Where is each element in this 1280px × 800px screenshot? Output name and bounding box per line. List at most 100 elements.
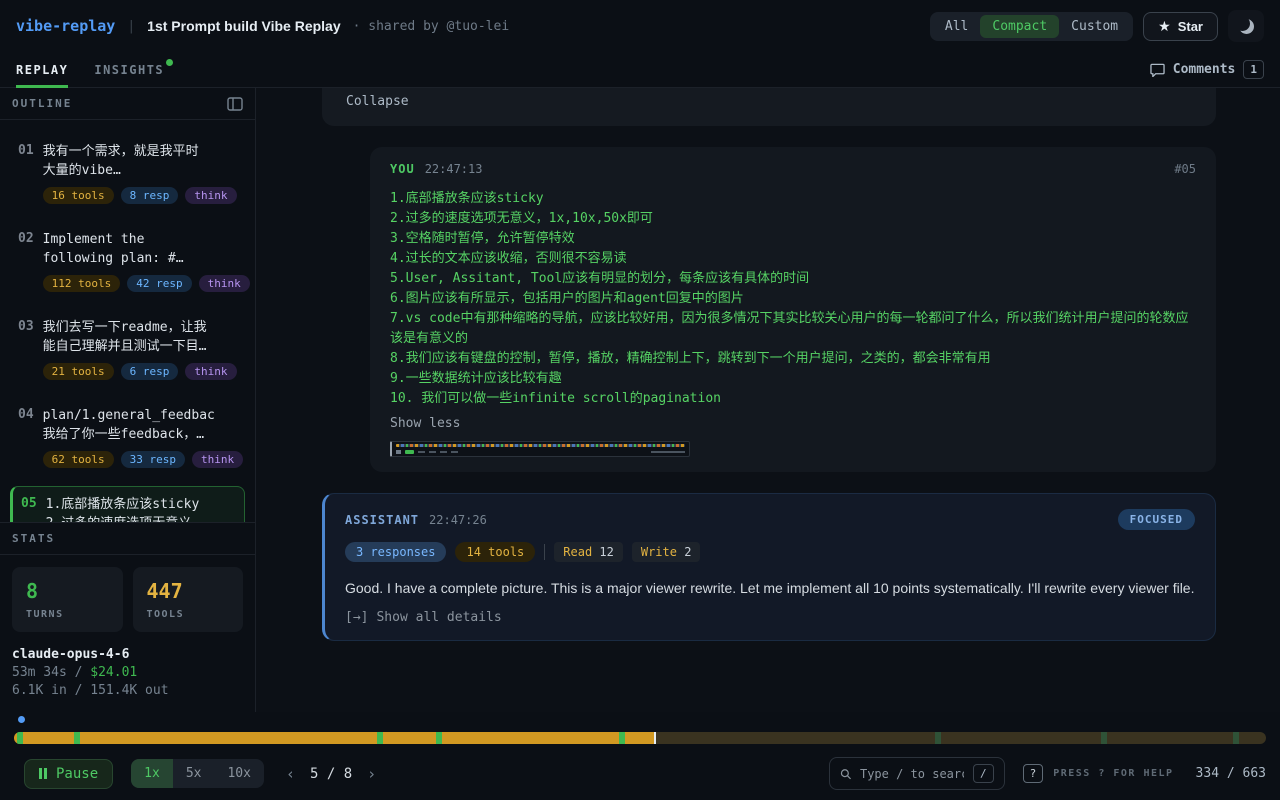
timeline-event-marker[interactable]: [436, 732, 442, 744]
tab-insights[interactable]: INSIGHTS: [94, 52, 173, 87]
responses-count-badge[interactable]: 3 responses: [345, 542, 446, 562]
tools-stat-card: 447 TOOLS: [133, 567, 244, 632]
tools-badge: 62 tools: [43, 451, 114, 468]
comments-label: Comments: [1173, 62, 1236, 77]
outline-item-title: 大量的vibe…: [43, 161, 237, 180]
duration-label: 53m 34s /: [12, 665, 90, 680]
thumbnail-timeline: [396, 444, 685, 447]
event-position-counter: 334 / 663: [1196, 766, 1266, 781]
assistant-message-time: 22:47:26: [429, 513, 487, 527]
outline-item-01[interactable]: 01 我有一个需求，就是我平时 大量的vibe… 16 tools 8 resp…: [10, 134, 245, 212]
focused-status-badge: FOCUSED: [1118, 509, 1195, 530]
outline-item-title: 我给了你一些feedback，…: [43, 425, 237, 444]
turns-label: TURNS: [26, 609, 109, 620]
cost-label: $24.01: [90, 665, 137, 680]
model-name: claude-opus-4-6: [12, 646, 243, 664]
app-logo[interactable]: vibe-replay: [16, 17, 115, 35]
star-button[interactable]: ★ Star: [1143, 12, 1218, 41]
assistant-message-card: ASSISTANT 22:47:26 FOCUSED 3 responses 1…: [322, 493, 1216, 641]
think-badge: think: [199, 275, 250, 292]
collapse-panel-icon[interactable]: [227, 97, 243, 111]
question-key-badge[interactable]: ?: [1023, 764, 1044, 783]
think-badge: think: [185, 187, 236, 204]
tools-badge: 16 tools: [43, 187, 114, 204]
speed-5x-button[interactable]: 5x: [173, 759, 215, 788]
user-message-line: 10. 我们可以做一些infinite scroll的pagination: [390, 389, 1196, 409]
collapse-turn-card[interactable]: Collapse: [322, 88, 1216, 126]
view-mode-custom[interactable]: Custom: [1059, 15, 1130, 38]
outline-item-number: 03: [18, 318, 34, 380]
tokens-label: 6.1K in / 151.4K out: [12, 682, 243, 700]
outline-item-title: plan/1.general_feedbac: [43, 406, 237, 425]
user-message-line: 4.过长的文本应该收缩，否则很不容易读: [390, 249, 1196, 269]
show-all-details-link[interactable]: [→] Show all details: [345, 610, 1195, 625]
help-hint: PRESS ? FOR HELP: [1053, 768, 1173, 779]
outline-item-02[interactable]: 02 Implement the following plan: #… 112 …: [10, 222, 245, 300]
star-label: Star: [1178, 19, 1203, 34]
view-mode-all[interactable]: All: [933, 15, 980, 38]
timeline-event-marker[interactable]: [1101, 732, 1107, 744]
tab-replay-label: REPLAY: [16, 63, 68, 77]
outline-item-title: following plan: #…: [43, 249, 237, 268]
timeline-event-marker[interactable]: [377, 732, 383, 744]
comments-count-badge: 1: [1243, 60, 1264, 79]
assistant-message-body: Good. I have a complete picture. This is…: [345, 577, 1195, 599]
user-message-line: 1.底部播放条应该sticky: [390, 189, 1196, 209]
tools-value: 447: [147, 579, 230, 603]
tab-bar: REPLAY INSIGHTS Comments 1: [0, 52, 1280, 88]
tools-badge: 112 tools: [43, 275, 121, 292]
outline-item-title: 2.过多的速度选项无意义: [46, 514, 236, 522]
speed-selector: 1x 5x 10x: [131, 759, 264, 788]
stats-title: STATS: [12, 532, 55, 545]
timeline-scrubber[interactable]: [14, 732, 1266, 744]
comment-marker-dot[interactable]: [18, 716, 25, 723]
stats-panel: STATS 8 TURNS 447 TOOLS claude-opus-4-6 …: [0, 522, 255, 712]
speed-10x-button[interactable]: 10x: [214, 759, 263, 788]
timeline-event-marker[interactable]: [935, 732, 941, 744]
show-less-link[interactable]: Show less: [390, 416, 1196, 431]
user-message-time: 22:47:13: [425, 162, 483, 176]
shared-by-label: · shared by @tuo-lei: [353, 19, 510, 34]
timeline-played-segment: [14, 732, 654, 744]
search-input[interactable]: [860, 767, 964, 781]
tools-count-badge[interactable]: 14 tools: [455, 542, 535, 562]
outline-item-04[interactable]: 04 plan/1.general_feedbac 我给了你一些feedback…: [10, 398, 245, 476]
comment-bubble-icon: [1150, 63, 1165, 77]
user-message-body: 1.底部播放条应该sticky 2.过多的速度选项无意义，1x,10x,50x即…: [390, 189, 1196, 409]
turn-position: 5 / 8: [310, 766, 352, 782]
outline-item-number: 02: [18, 230, 34, 292]
outline-item-number: 04: [18, 406, 34, 468]
tools-label: TOOLS: [147, 609, 230, 620]
user-message-line: 6.图片应该有所显示，包括用户的图片和agent回复中的图片: [390, 289, 1196, 309]
timeline-playhead[interactable]: [654, 732, 656, 744]
timeline-event-marker[interactable]: [17, 732, 23, 744]
theme-toggle-button[interactable]: [1228, 10, 1264, 42]
timeline-event-marker[interactable]: [1233, 732, 1239, 744]
slash-key-badge: /: [973, 764, 994, 783]
outline-item-number: 05: [21, 495, 37, 522]
responses-badge: 42 resp: [127, 275, 191, 292]
expand-arrow-icon: [→]: [345, 610, 368, 625]
timeline-event-marker[interactable]: [74, 732, 80, 744]
outline-item-05[interactable]: 05 1.底部播放条应该sticky 2.过多的速度选项无意义: [10, 486, 245, 522]
prev-turn-button[interactable]: ‹: [286, 765, 295, 783]
message-thumbnail[interactable]: [390, 441, 690, 457]
next-turn-button[interactable]: ›: [367, 765, 376, 783]
outline-item-03[interactable]: 03 我们去写一下readme，让我 能自己理解并且测试一下目… 21 tool…: [10, 310, 245, 388]
user-role-label: YOU: [390, 162, 415, 176]
speed-1x-button[interactable]: 1x: [131, 759, 173, 788]
view-mode-compact[interactable]: Compact: [980, 15, 1059, 38]
pause-button[interactable]: Pause: [24, 759, 113, 789]
outline-item-title: Implement the: [43, 230, 237, 249]
star-icon: ★: [1158, 19, 1171, 33]
outline-item-title: 1.底部播放条应该sticky: [46, 495, 236, 514]
outline-item-number: 01: [18, 142, 34, 204]
search-box[interactable]: /: [829, 757, 1005, 790]
user-message-line: 5.User, Assitant, Tool应该有明显的划分，每条应该有具体的时…: [390, 269, 1196, 289]
timeline-event-marker[interactable]: [619, 732, 625, 744]
app-header: vibe-replay | 1st Prompt build Vibe Repl…: [0, 0, 1280, 52]
comments-button[interactable]: Comments 1: [1150, 52, 1264, 87]
responses-badge: 8 resp: [121, 187, 179, 204]
tab-replay[interactable]: REPLAY: [16, 52, 68, 87]
turns-value: 8: [26, 579, 109, 603]
